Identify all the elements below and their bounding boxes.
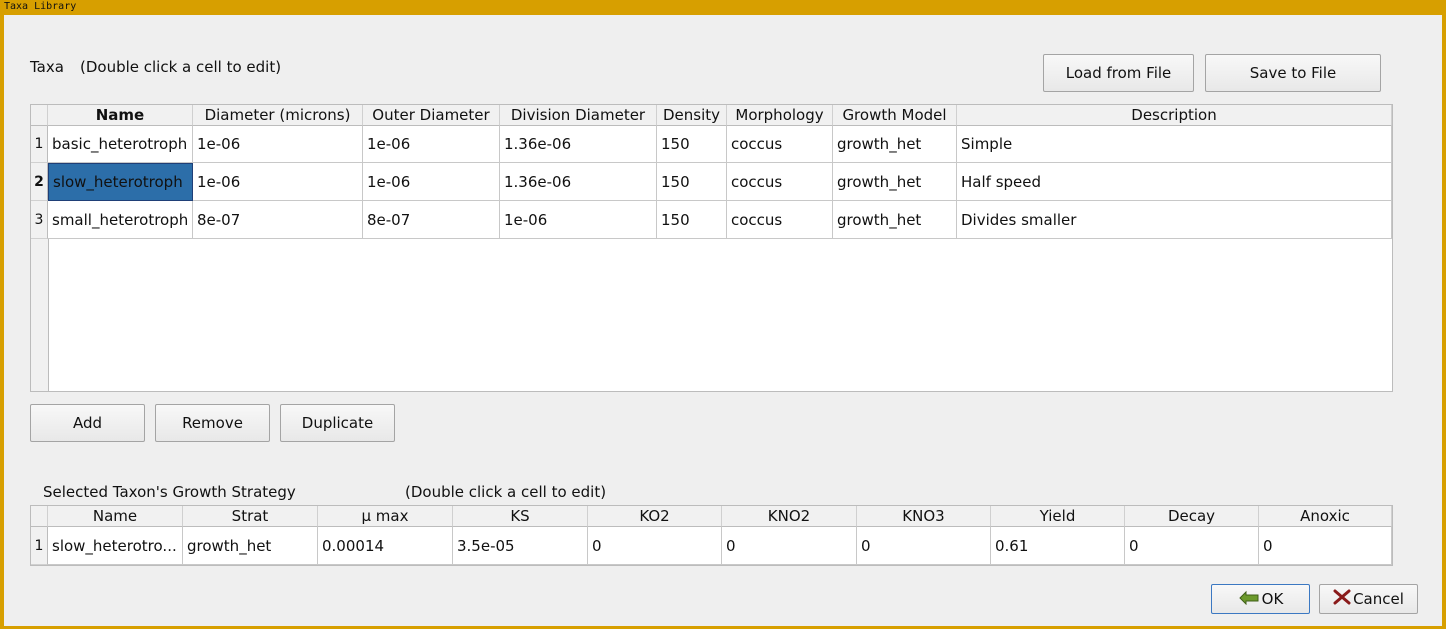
growth-col-name[interactable]: Name [48, 506, 183, 527]
growth-cell-name[interactable]: slow_heterotro... [48, 527, 183, 565]
taxa-library-dialog: Taxa (Double click a cell to edit) Load … [4, 15, 1442, 626]
growth-cell-kno3[interactable]: 0 [857, 527, 991, 565]
close-x-icon [1333, 586, 1351, 614]
window-title: Taxa Library [4, 1, 77, 12]
growth-col-ks[interactable]: KS [453, 506, 588, 527]
ok-label: OK [1261, 590, 1284, 608]
taxa-cell-outer-diameter[interactable]: 8e-07 [363, 201, 500, 239]
remove-taxon-button[interactable]: Remove [155, 404, 270, 442]
taxa-cell-name[interactable]: basic_heterotroph [48, 126, 193, 163]
growth-edit-hint: (Double click a cell to edit) [405, 483, 607, 501]
taxa-cell-diameter[interactable]: 1e-06 [193, 126, 363, 163]
cancel-button[interactable]: Cancel [1319, 584, 1418, 614]
ok-button[interactable]: OK [1211, 584, 1310, 614]
duplicate-taxon-button[interactable]: Duplicate [280, 404, 395, 442]
taxa-cell-density[interactable]: 150 [657, 126, 727, 163]
growth-col-kno3[interactable]: KNO3 [857, 506, 991, 527]
taxa-cell-diameter[interactable]: 1e-06 [193, 163, 363, 201]
growth-col-yield[interactable]: Yield [991, 506, 1125, 527]
taxa-cell-morphology[interactable]: coccus [727, 126, 833, 163]
taxa-cell-growth-model[interactable]: growth_het [833, 126, 957, 163]
taxa-cell-growth-model[interactable]: growth_het [833, 201, 957, 239]
taxa-cell-morphology[interactable]: coccus [727, 163, 833, 201]
taxa-cell-growth-model[interactable]: growth_het [833, 163, 957, 201]
growth-cell-yield[interactable]: 0.61 [991, 527, 1125, 565]
save-to-file-button[interactable]: Save to File [1205, 54, 1381, 92]
growth-corner-header [31, 506, 48, 527]
taxa-col-division-diameter[interactable]: Division Diameter [500, 105, 657, 126]
growth-col-ko2[interactable]: KO2 [588, 506, 722, 527]
growth-cell-ko2[interactable]: 0 [588, 527, 722, 565]
taxa-row-number[interactable]: 1 [31, 126, 48, 163]
taxa-cell-description[interactable]: Divides smaller [957, 201, 1392, 239]
taxa-cell-diameter[interactable]: 8e-07 [193, 201, 363, 239]
cancel-label: Cancel [1353, 590, 1404, 608]
growth-strategy-table: Name Strat µ max KS KO2 KNO2 KNO3 Yield … [30, 505, 1393, 566]
taxa-cell-outer-diameter[interactable]: 1e-06 [363, 163, 500, 201]
add-taxon-button[interactable]: Add [30, 404, 145, 442]
taxa-col-morphology[interactable]: Morphology [727, 105, 833, 126]
growth-strategy-label: Selected Taxon's Growth Strategy [43, 483, 296, 501]
taxa-cell-density[interactable]: 150 [657, 201, 727, 239]
taxa-col-density[interactable]: Density [657, 105, 727, 126]
taxa-cell-name-selected[interactable]: slow_heterotroph [48, 163, 193, 201]
load-from-file-button[interactable]: Load from File [1043, 54, 1194, 92]
taxa-col-outer-diameter[interactable]: Outer Diameter [363, 105, 500, 126]
growth-cell-mu-max[interactable]: 0.00014 [318, 527, 453, 565]
taxa-col-growth-model[interactable]: Growth Model [833, 105, 957, 126]
taxa-cell-division-diameter[interactable]: 1.36e-06 [500, 126, 657, 163]
taxa-edit-hint: (Double click a cell to edit) [80, 58, 282, 76]
growth-col-kno2[interactable]: KNO2 [722, 506, 857, 527]
growth-cell-anoxic[interactable]: 0 [1259, 527, 1392, 565]
growth-cell-ks[interactable]: 3.5e-05 [453, 527, 588, 565]
taxa-cell-morphology[interactable]: coccus [727, 201, 833, 239]
taxa-col-description[interactable]: Description [957, 105, 1392, 126]
growth-col-decay[interactable]: Decay [1125, 506, 1259, 527]
checkmark-icon [1238, 586, 1260, 614]
taxa-cell-name[interactable]: small_heterotroph [48, 201, 193, 239]
taxa-cell-description[interactable]: Half speed [957, 163, 1392, 201]
taxa-table: Name Diameter (microns) Outer Diameter D… [30, 104, 1393, 392]
taxa-col-diameter[interactable]: Diameter (microns) [193, 105, 363, 126]
taxa-cell-density[interactable]: 150 [657, 163, 727, 201]
growth-cell-strat[interactable]: growth_het [183, 527, 318, 565]
taxa-cell-outer-diameter[interactable]: 1e-06 [363, 126, 500, 163]
growth-col-anoxic[interactable]: Anoxic [1259, 506, 1392, 527]
growth-col-strat[interactable]: Strat [183, 506, 318, 527]
growth-col-mu-max[interactable]: µ max [318, 506, 453, 527]
growth-row-number[interactable]: 1 [31, 527, 48, 565]
taxa-cell-division-diameter[interactable]: 1e-06 [500, 201, 657, 239]
taxa-row-number[interactable]: 2 [31, 163, 48, 201]
taxa-corner-header [31, 105, 48, 126]
taxa-cell-division-diameter[interactable]: 1.36e-06 [500, 163, 657, 201]
title-bar: Taxa Library [0, 0, 1446, 15]
taxa-cell-description[interactable]: Simple [957, 126, 1392, 163]
taxa-row-number[interactable]: 3 [31, 201, 48, 239]
growth-cell-decay[interactable]: 0 [1125, 527, 1259, 565]
growth-cell-kno2[interactable]: 0 [722, 527, 857, 565]
taxa-col-name[interactable]: Name [48, 105, 193, 126]
taxa-label: Taxa [30, 58, 64, 76]
